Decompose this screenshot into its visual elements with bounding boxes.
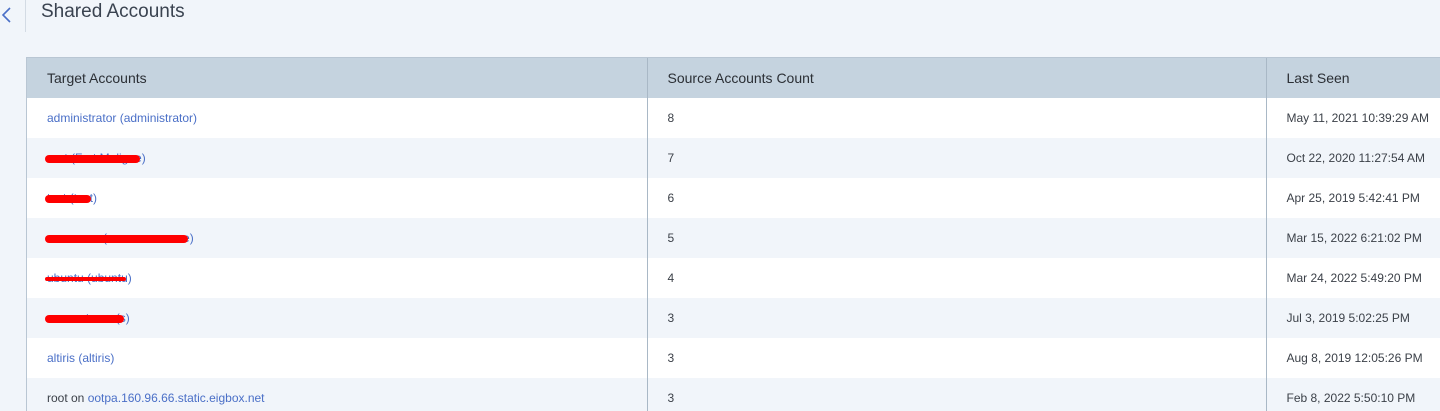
source-count-cell: 3 [647,378,1267,411]
target-account-cell: someuser (someusername) [27,218,648,258]
last-seen-cell: Jul 3, 2019 5:02:25 PM [1266,298,1440,338]
table-row: root on ootpa.160.96.66.static.eigbox.ne… [27,378,1440,411]
target-account-cell: root on ootpa.160.96.66.static.eigbox.ne… [27,378,648,411]
page-title: Shared Accounts [41,1,185,22]
last-seen-cell: Apr 25, 2019 5:42:41 PM [1266,178,1440,218]
source-count-cell: 8 [647,98,1267,138]
redaction-mark [45,315,124,323]
target-account-link[interactable]: someuser (someusername) [45,231,194,245]
last-seen-cell: Feb 8, 2022 5:50:10 PM [1266,378,1440,411]
page-header: Shared Accounts [0,0,1440,32]
source-count-cell: 3 [647,338,1267,378]
table-row: accountuser (s) 3 Jul 3, 2019 5:02:25 PM [27,298,1440,338]
target-account-cell: altiris (altiris) [27,338,648,378]
source-count-cell: 4 [647,258,1267,298]
last-seen-cell: Mar 24, 2022 5:49:20 PM [1266,258,1440,298]
last-seen-cell: May 11, 2021 10:39:29 AM [1266,98,1440,138]
target-host-link[interactable]: ootpa.160.96.66.static.eigbox.net [88,391,265,405]
redaction-mark [45,277,126,281]
target-account-cell: administrator (administrator) [27,98,648,138]
table-row: root (Fort Meligne) 7 Oct 22, 2020 11:27… [27,138,1440,178]
target-account-cell: root (Fort Meligne) [27,138,648,178]
table-header-row: Target Accounts Source Accounts Count La… [27,58,1440,98]
column-header-last-seen[interactable]: Last Seen [1266,58,1440,98]
chevron-left-icon [1,7,11,23]
source-count-cell: 6 [647,178,1267,218]
table-row: administrator (administrator) 8 May 11, … [27,98,1440,138]
last-seen-cell: Aug 8, 2019 12:05:26 PM [1266,338,1440,378]
target-account-cell: test (test) [27,178,648,218]
target-account-link[interactable]: test (test) [45,191,97,205]
target-account-prefix: root on [47,391,85,405]
target-account-link[interactable]: administrator (administrator) [47,111,197,125]
target-account-link[interactable]: ubuntu (ubuntu) [45,271,132,285]
column-header-target-accounts[interactable]: Target Accounts [27,58,648,98]
target-account-link[interactable]: altiris (altiris) [47,351,114,365]
target-account-cell: ubuntu (ubuntu) [27,258,648,298]
back-button[interactable] [0,4,14,26]
table-row: someuser (someusername) 5 Mar 15, 2022 6… [27,218,1440,258]
source-count-cell: 5 [647,218,1267,258]
column-header-source-accounts-count[interactable]: Source Accounts Count [647,58,1267,98]
shared-accounts-page: Shared Accounts Target Accounts Source A… [0,0,1440,411]
target-account-link[interactable]: accountuser (s) [45,311,130,325]
source-count-cell: 3 [647,298,1267,338]
last-seen-cell: Mar 15, 2022 6:21:02 PM [1266,218,1440,258]
last-seen-cell: Oct 22, 2020 11:27:54 AM [1266,138,1440,178]
shared-accounts-table: Target Accounts Source Accounts Count La… [26,57,1440,411]
redaction-mark [45,155,140,163]
redaction-mark [45,235,188,243]
target-account-link[interactable]: root (Fort Meligne) [45,151,146,165]
table-row: altiris (altiris) 3 Aug 8, 2019 12:05:26… [27,338,1440,378]
source-count-cell: 7 [647,138,1267,178]
table-row: ubuntu (ubuntu) 4 Mar 24, 2022 5:49:20 P… [27,258,1440,298]
redaction-mark [45,195,92,203]
table-row: test (test) 6 Apr 25, 2019 5:42:41 PM [27,178,1440,218]
header-divider [25,0,26,32]
target-account-cell: accountuser (s) [27,298,648,338]
